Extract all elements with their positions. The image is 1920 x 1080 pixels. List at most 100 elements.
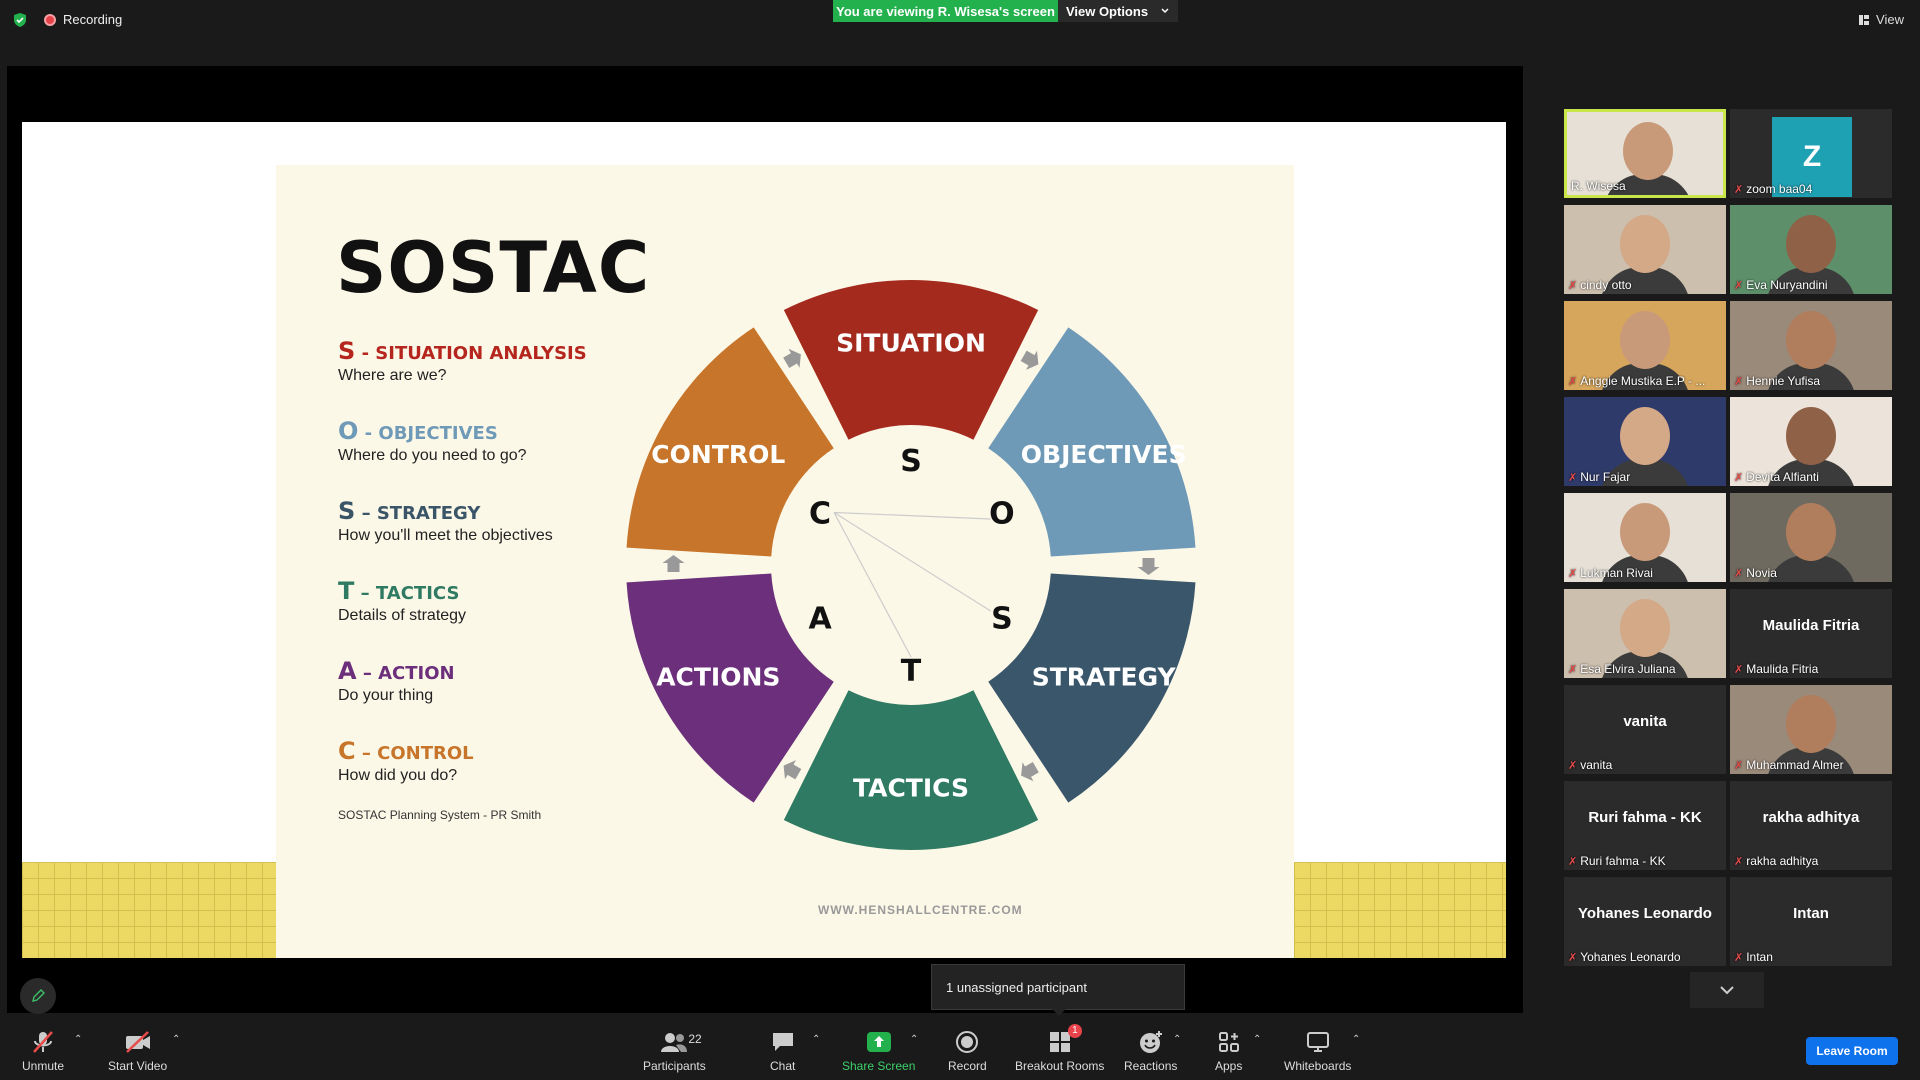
whiteboards-options-caret-icon[interactable]: ⌃ [1352,1034,1360,1045]
slide-website: WWW.HENSHALLCENTRE.COM [818,903,1023,917]
muted-mic-icon: ✗ [1734,471,1744,484]
muted-mic-icon: ✗ [1568,375,1578,388]
participant-tile[interactable]: ✗ Nur Fajar [1564,397,1726,486]
share-options-caret-icon[interactable]: ⌃ [910,1034,918,1045]
participant-name-tag: ✗ Anggie Mustika E.P - ... [1568,374,1705,388]
chat-icon [772,1033,793,1051]
participants-label: Participants [643,1059,706,1073]
cycle-arrow-icon [1020,350,1039,370]
participant-tile[interactable]: ✗ Novia [1730,493,1892,582]
participant-video-face [1786,407,1836,465]
sostac-legend: S - SITUATION ANALYSIS Where are we? O - O… [338,337,638,817]
muted-mic-icon: ✗ [1568,279,1578,292]
apps-options-caret-icon[interactable]: ⌃ [1253,1034,1261,1045]
wheel-inner-letter: A [808,602,832,637]
wheel-inner-letter: O [989,497,1015,532]
legend-item: O - OBJECTIVES Where do you need to go? [338,417,638,497]
legend-letter: S [338,497,356,525]
muted-mic-icon: ✗ [1568,663,1578,676]
reactions-options-caret-icon[interactable]: ⌃ [1173,1034,1181,1045]
participant-display-name: Ruri fahma - KK [1588,809,1702,826]
annotate-pencil-button[interactable] [20,978,56,1014]
legend-item: S – STRATEGY How you'll meet the objectiv… [338,497,638,577]
participant-tile[interactable]: Yohanes Leonardo ✗ Yohanes Leonardo [1564,877,1726,966]
unmute-button[interactable]: Unmute [22,1028,64,1073]
audio-options-caret-icon[interactable]: ⌃ [74,1034,82,1045]
legend-description: Where do you need to go? [338,447,527,464]
chevron-down-icon [1161,8,1169,14]
participant-name: Novia [1746,566,1777,580]
muted-mic-icon: ✗ [1734,951,1744,964]
legend-heading-text: – TACTICS [354,583,460,604]
muted-mic-icon: ✗ [1568,855,1578,868]
participant-name-tag: ✗ rakha adhitya [1734,854,1818,868]
muted-mic-icon: ✗ [1568,471,1578,484]
legend-item: A – ACTION Do your thing [338,657,638,737]
participant-name-tag: ✗ Esa Elvira Juliana [1568,662,1676,676]
participant-tile[interactable]: Intan ✗ Intan [1730,877,1892,966]
legend-description: Where are we? [338,367,447,384]
legend-description: How did you do? [338,767,458,784]
participants-button[interactable]: 22 Participants [643,1028,706,1073]
apps-icon [1218,1032,1239,1052]
legend-description: How you'll meet the objectives [338,527,553,544]
participant-name-tag: ✗ Eva Nuryandini [1734,278,1828,292]
share-screen-icon [866,1032,891,1052]
wheel-label: OBJECTIVES [1021,440,1187,469]
participant-tile[interactable]: ✗ Anggie Mustika E.P - ... [1564,301,1726,390]
chat-options-caret-icon[interactable]: ⌃ [812,1034,820,1045]
whiteboards-button[interactable]: Whiteboards [1284,1028,1351,1073]
record-button[interactable]: Record [948,1028,987,1073]
participant-tile[interactable]: ✗ cindy otto [1564,205,1726,294]
participant-display-name: vanita [1623,713,1667,730]
participant-name-tag: ✗ Maulida Fitria [1734,662,1818,676]
participant-video-face [1620,407,1670,465]
muted-mic-icon: ✗ [1568,951,1578,964]
wheel-inner-letter: S [991,602,1013,637]
video-options-caret-icon[interactable]: ⌃ [172,1034,180,1045]
participant-tile[interactable]: R. Wisesa [1564,109,1726,198]
participant-tile[interactable]: vanita ✗ vanita [1564,685,1726,774]
legend-heading-text: - SITUATION ANALYSIS [355,343,587,364]
participant-tile[interactable]: rakha adhitya ✗ rakha adhitya [1730,781,1892,870]
participant-tile[interactable]: ✗ Devita Alfianti [1730,397,1892,486]
sostac-wheel: SITUATION OBJECTIVES STRATEGY TACTICS ACTION… [626,280,1196,850]
participant-name: Yohanes Leonardo [1580,950,1681,964]
view-options-button[interactable]: View Options [1058,0,1178,22]
start-video-button[interactable]: Start Video [108,1028,167,1073]
shield-icon[interactable] [12,12,28,28]
slide-content: SOSTAC S - SITUATION ANALYSIS Where are w… [276,165,1294,958]
apps-button[interactable]: Apps [1215,1028,1242,1073]
participant-tile[interactable]: ✗ Muhammad Almer [1730,685,1892,774]
participant-tile[interactable]: Z ✗ zoom baa04 [1730,109,1892,198]
participant-display-name: rakha adhitya [1762,809,1860,826]
recording-indicator[interactable]: Recording [44,12,122,27]
video-off-icon [125,1031,150,1053]
legend-heading-text: - OBJECTIVES [358,423,498,444]
view-options-label: View Options [1065,3,1149,19]
slide-credit: SOSTAC Planning System - PR Smith [338,808,542,822]
leave-room-button[interactable]: Leave Room [1806,1037,1898,1065]
legend-heading: C – CONTROL [338,737,638,765]
participant-tile[interactable]: Ruri fahma - KK ✗ Ruri fahma - KK [1564,781,1726,870]
participant-tile[interactable]: ✗ Esa Elvira Juliana [1564,589,1726,678]
participant-tile[interactable]: ✗ Eva Nuryandini [1730,205,1892,294]
participant-tile[interactable]: ✗ Lukman Rivai [1564,493,1726,582]
share-screen-button[interactable]: Share Screen [842,1028,915,1073]
participant-tile[interactable]: Maulida Fitria ✗ Maulida Fitria [1730,589,1892,678]
participant-tile[interactable]: ✗ Hennie Yufisa [1730,301,1892,390]
slide-title: SOSTAC [336,227,651,309]
chat-button[interactable]: Chat [770,1028,795,1073]
unassigned-participant-tooltip[interactable]: 1 unassigned participant [931,964,1185,1016]
reactions-button[interactable]: Reactions [1124,1028,1177,1073]
participant-name-tag: ✗ Devita Alfianti [1734,470,1819,484]
meeting-toolbar: Unmute ⌃ Start Video ⌃ 22 Participants C… [0,1020,1920,1080]
participants-count: 22 [688,1032,702,1046]
view-button[interactable]: View [1858,12,1904,27]
gallery-scroll-down-button[interactable] [1690,972,1764,1008]
participant-name-tag: ✗ cindy otto [1568,278,1632,292]
legend-description: Do your thing [338,687,434,704]
participant-name: zoom baa04 [1746,182,1813,196]
muted-mic-icon: ✗ [1734,663,1744,676]
breakout-rooms-button[interactable]: 1 Breakout Rooms [1015,1024,1104,1073]
